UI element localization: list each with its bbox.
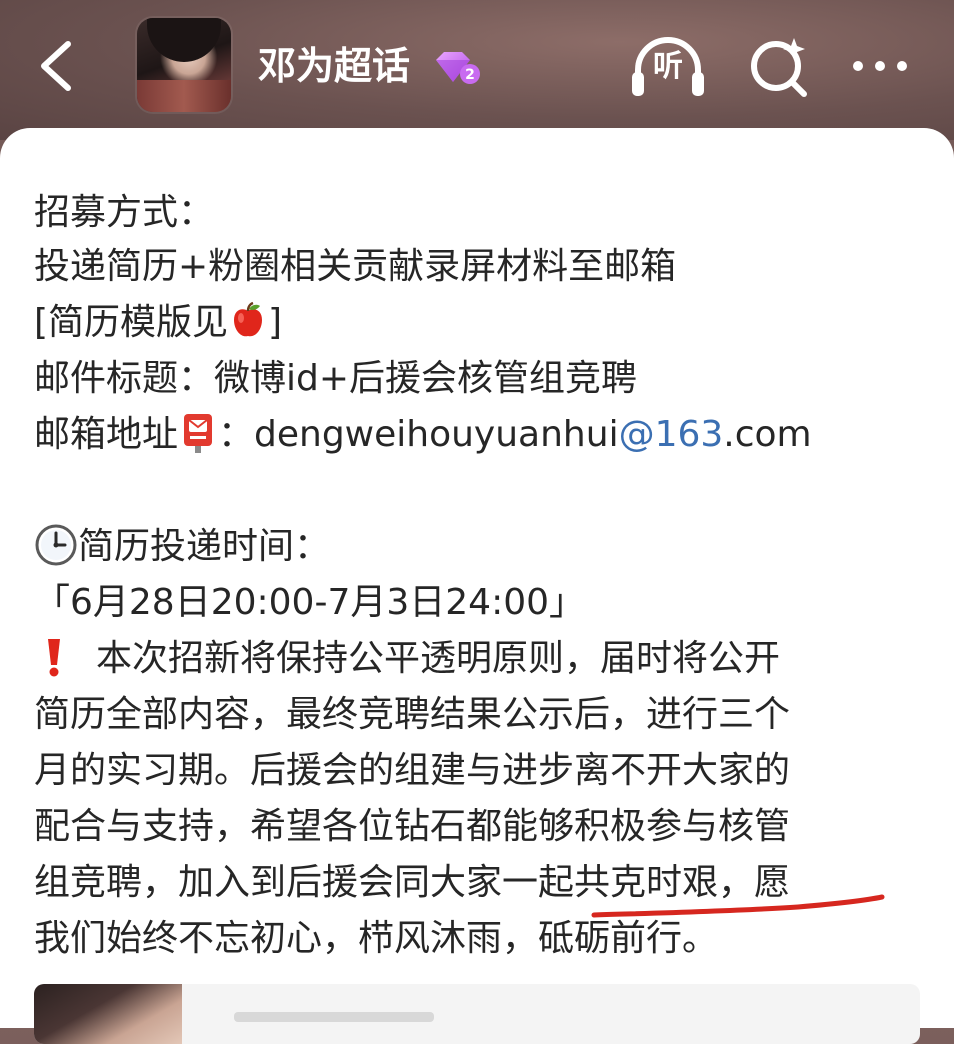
apple-emoji-icon — [234, 301, 263, 337]
avatar-robe — [137, 80, 231, 112]
post-line: [简历模版见 ] — [34, 296, 282, 350]
avatar-hair — [147, 18, 221, 62]
embedded-card-text — [234, 1012, 434, 1022]
embedded-card[interactable] — [34, 984, 920, 1044]
post-line: 「6月28日20:00-7月3日24:00」 — [34, 582, 586, 623]
chevron-left-icon — [41, 41, 71, 91]
post-text: 本次招新将保持公平透明原则，届时将公开 — [96, 638, 781, 679]
post-line: 简历全部内容，最终竞聘结果公示后，进行三个 — [34, 694, 791, 735]
topic-title[interactable]: 邓为超话 — [258, 40, 410, 92]
listen-button[interactable]: 听 — [630, 34, 706, 100]
post-text: ：dengweihouyuanhui — [218, 414, 619, 455]
post-line: 我们始终不忘初心，栉风沐雨，砥砺前行。 — [34, 918, 719, 959]
post-text: .com — [723, 414, 812, 455]
search-button[interactable] — [742, 34, 818, 100]
listen-label: 听 — [653, 49, 683, 84]
more-button[interactable] — [846, 34, 922, 100]
post-line: 月的实习期。后援会的组建与进步离不开大家的 — [34, 750, 791, 791]
search-sparkle-icon — [751, 38, 807, 97]
post-line: 简历投递时间： — [34, 520, 330, 574]
post-line: 配合与支持，希望各位钻石都能够积极参与核管 — [34, 806, 791, 847]
post-text: 邮箱地址 — [34, 414, 179, 455]
post-line: 招募方式： — [34, 192, 215, 233]
post-line: 投递简历+粉圈相关贡献录屏材料至邮箱 — [34, 246, 677, 287]
post-line: 组竞聘，加入到后援会同大家一起共克时艰，愿 — [34, 862, 791, 903]
post-line: 本次招新将保持公平透明原则，届时将公开 — [34, 632, 780, 686]
clock-emoji-icon — [35, 524, 77, 566]
email-link[interactable]: @163 — [619, 414, 724, 455]
post-text: 简历投递时间： — [78, 526, 331, 567]
badge-level-text: 2 — [465, 67, 475, 83]
diamond-level-badge-icon: 2 — [436, 52, 480, 84]
post-text: ] — [268, 302, 283, 343]
back-button[interactable] — [34, 38, 80, 94]
header-bar: 邓为超话 2 听 — [0, 0, 954, 140]
postbox-emoji-icon — [184, 414, 213, 453]
post-line: 邮件标题：微博id+后援会核管组竞聘 — [34, 358, 638, 399]
post-line: 邮箱地址 ：dengweihouyuanhui@163.com — [34, 408, 812, 462]
post-text: [简历模版见 — [34, 302, 229, 343]
ellipsis-icon — [853, 61, 907, 71]
topic-avatar[interactable] — [137, 18, 231, 112]
red-exclamation-icon — [48, 639, 60, 677]
embedded-card-thumbnail — [34, 984, 182, 1044]
